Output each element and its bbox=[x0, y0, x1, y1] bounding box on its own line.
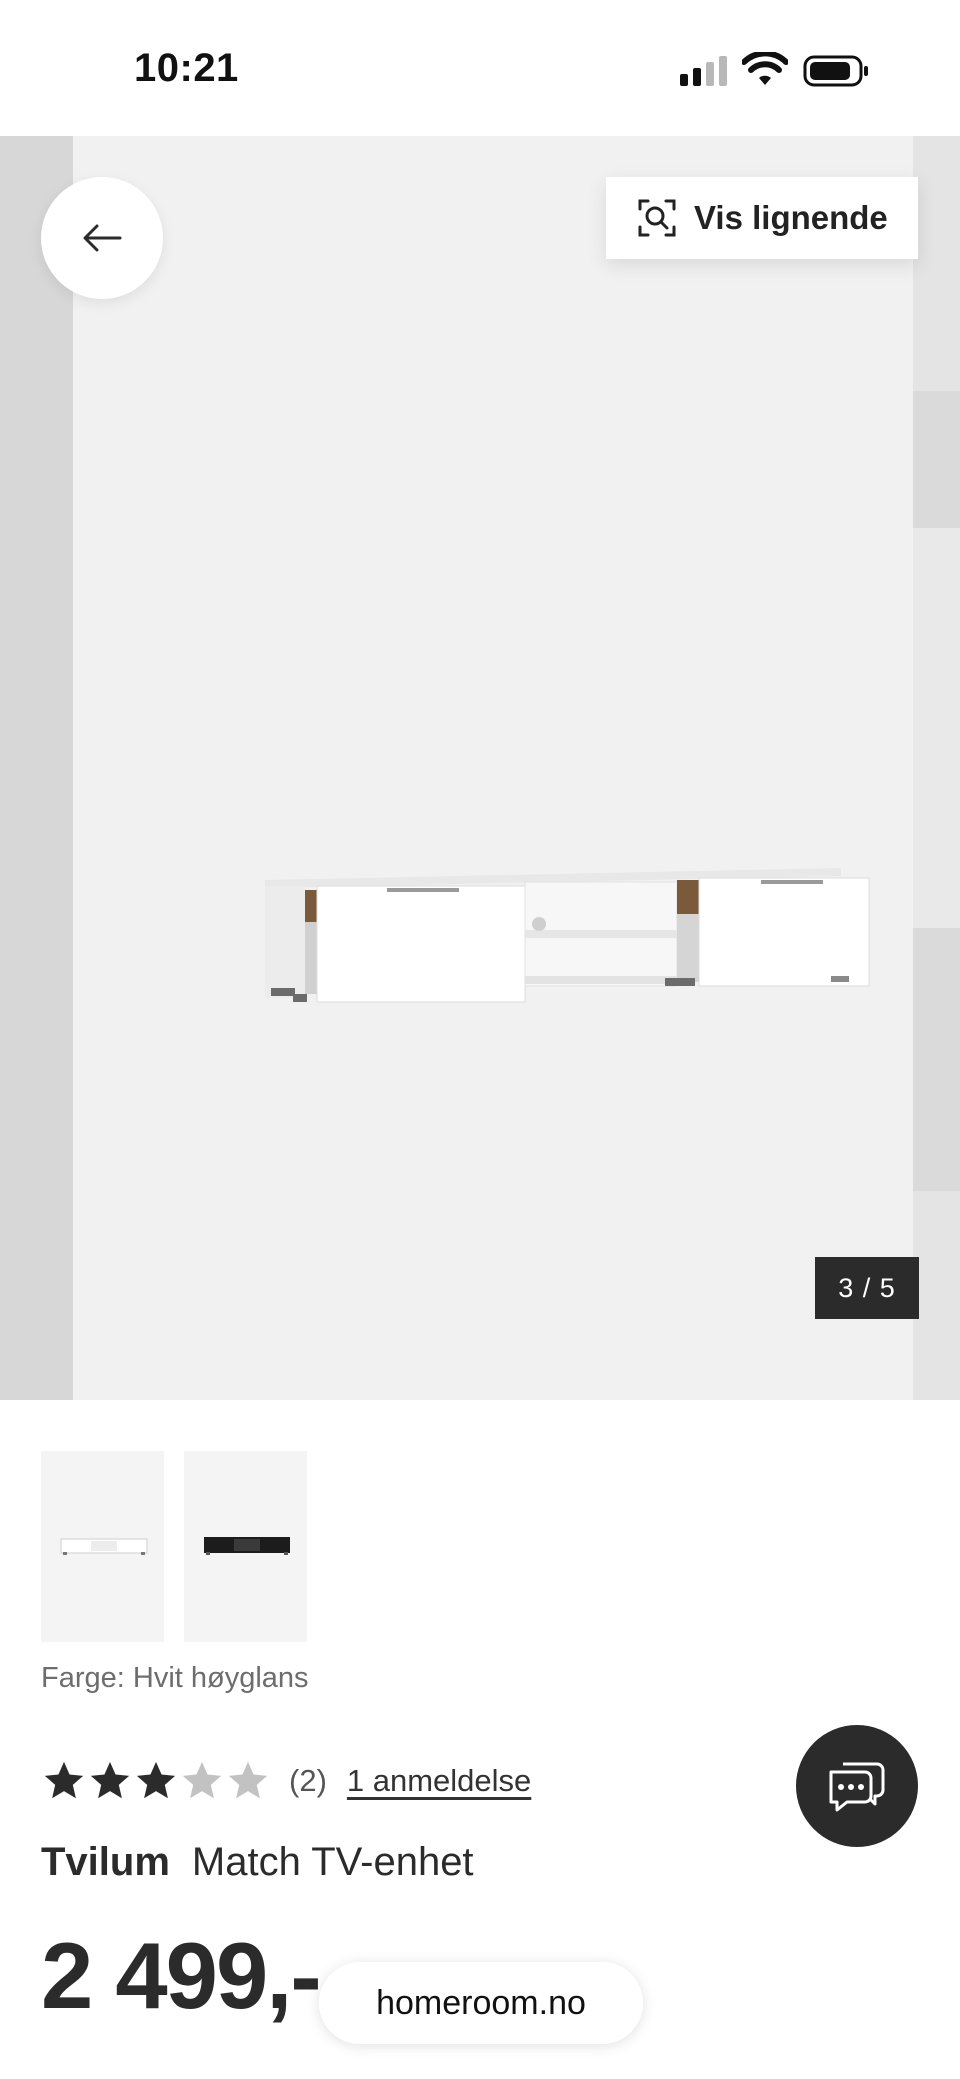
next-image-shape bbox=[913, 528, 960, 928]
star-filled-icon bbox=[90, 1761, 130, 1799]
product-name: Match TV-enhet bbox=[191, 1840, 474, 1884]
product-brand: Tvilum bbox=[41, 1840, 170, 1884]
show-similar-button[interactable]: Vis lignende bbox=[606, 177, 918, 259]
chat-bubbles-icon bbox=[829, 1762, 885, 1812]
visual-search-icon bbox=[638, 199, 676, 237]
tv-unit-image bbox=[265, 868, 870, 1003]
cellular-signal-icon bbox=[680, 56, 728, 86]
thumbnail-black-variant[interactable] bbox=[184, 1451, 307, 1642]
product-image-slide[interactable] bbox=[73, 136, 913, 1400]
star-empty-icon bbox=[228, 1761, 268, 1799]
product-price: 2 499,- bbox=[41, 1923, 322, 2028]
battery-icon bbox=[803, 55, 868, 87]
status-bar: 10:21 bbox=[0, 0, 960, 136]
star-filled-icon bbox=[136, 1761, 176, 1799]
color-label: Farge: Hvit høyglans bbox=[41, 1662, 309, 1694]
tv-unit-thumbnail-image bbox=[204, 1537, 290, 1555]
star-filled-icon bbox=[44, 1761, 84, 1799]
status-time: 10:21 bbox=[134, 46, 239, 90]
tv-unit-thumbnail-image bbox=[60, 1538, 148, 1555]
review-count: (2) bbox=[289, 1763, 327, 1798]
product-title: Tvilum Match TV-enhet bbox=[41, 1840, 474, 1885]
image-counter: 3 / 5 bbox=[815, 1257, 919, 1319]
thumbnail-white-variant[interactable] bbox=[41, 1451, 164, 1642]
show-similar-label: Vis lignende bbox=[694, 199, 888, 236]
chat-button[interactable] bbox=[796, 1725, 918, 1847]
next-image-preview[interactable] bbox=[913, 136, 960, 1400]
browser-url-bar[interactable]: homeroom.no bbox=[319, 1962, 643, 2044]
rating: (2) 1 anmeldelse bbox=[41, 1755, 531, 1807]
reviews-link[interactable]: 1 anmeldelse bbox=[347, 1763, 531, 1799]
arrow-left-icon bbox=[83, 224, 122, 252]
star-empty-icon bbox=[182, 1761, 222, 1799]
wifi-icon bbox=[742, 52, 788, 85]
product-image-gallery[interactable]: Vis lignende 3 / 5 bbox=[0, 136, 960, 1400]
back-button[interactable] bbox=[41, 177, 163, 299]
